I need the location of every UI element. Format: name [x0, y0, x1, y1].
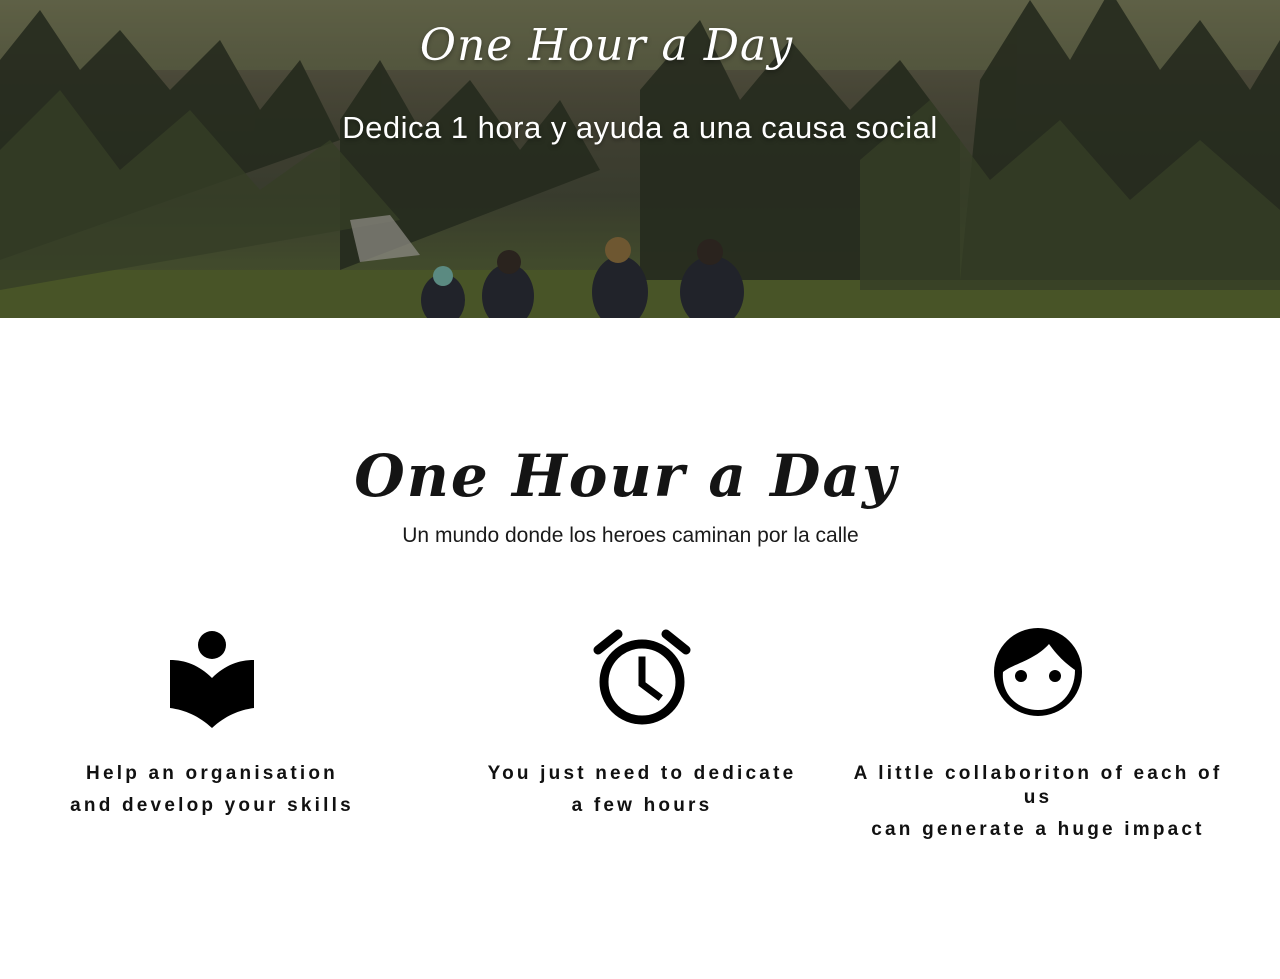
feature-line: a few hours: [571, 795, 713, 816]
feature-line: can generate a huge impact: [871, 819, 1205, 840]
page-title: One Hour a Day: [354, 442, 898, 510]
hero-banner: One Hour a Day Dedica 1 hora y ayuda a u…: [0, 0, 1280, 318]
feature-line: and develop your skills: [70, 795, 354, 816]
feature-collaboration-impact: A little collaboriton of each of us can …: [848, 620, 1228, 842]
alarm-clock-icon: [593, 629, 691, 725]
face-icon: [994, 628, 1082, 716]
hero-subtitle: Dedica 1 hora y ayuda a una causa social: [342, 110, 938, 145]
feature-help-organisation: Help an organisation and develop your sk…: [22, 620, 402, 822]
feature-line: Help an organisation: [86, 763, 338, 784]
feature-line: A little collaboriton of each of us: [853, 763, 1223, 808]
feature-line: You just need to dedicate: [487, 763, 797, 784]
feature-dedicate-hours: You just need to dedicate a few hours: [452, 620, 832, 822]
page-subtitle: Un mundo donde los heroes caminan por la…: [402, 524, 859, 547]
book-reader-icon: [170, 631, 254, 728]
hero-title: One Hour a Day: [419, 20, 794, 71]
